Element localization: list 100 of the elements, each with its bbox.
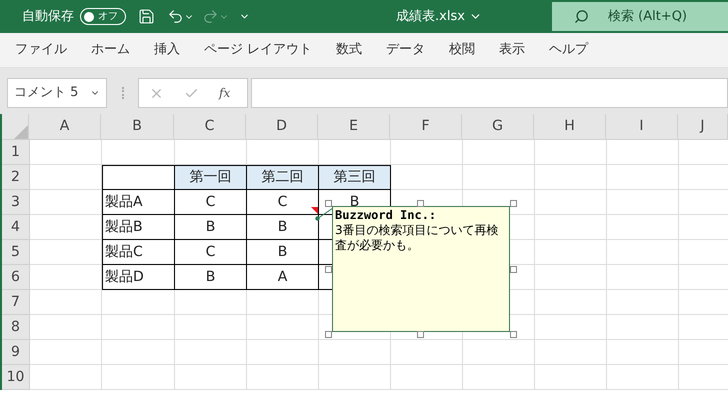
column-header[interactable]: D: [246, 114, 318, 140]
grid-cell: [535, 340, 607, 365]
grid-cell: [247, 365, 319, 390]
grid-cell: [607, 290, 679, 315]
redo-icon: [202, 8, 219, 25]
grid-cell: [535, 215, 607, 240]
formula-input[interactable]: [251, 78, 728, 108]
row-header[interactable]: 8: [2, 315, 30, 340]
grid-cell: [247, 340, 319, 365]
row-header[interactable]: 6: [2, 265, 30, 290]
row-header[interactable]: 9: [2, 340, 30, 365]
row-label-cell: 製品A: [102, 190, 175, 215]
column-heading-cell: 第一回: [175, 165, 247, 190]
row-label-cell: 製品D: [102, 265, 175, 290]
resize-handle[interactable]: [417, 200, 424, 207]
resize-handle[interactable]: [417, 331, 424, 338]
column-header[interactable]: G: [462, 114, 534, 140]
grid-cell: [319, 340, 391, 365]
ribbon-tab[interactable]: ヘルプ: [542, 40, 596, 60]
grid-cell: [607, 365, 679, 390]
column-header[interactable]: B: [101, 114, 174, 140]
grid-cell: [463, 340, 535, 365]
row-header[interactable]: 2: [2, 165, 30, 190]
grid-cell: [607, 240, 679, 265]
column-heading-cell: 第三回: [319, 165, 391, 190]
leader-line: [315, 207, 334, 221]
grid-cell: [607, 165, 679, 190]
ribbon-tab[interactable]: データ: [379, 40, 432, 60]
row-header[interactable]: 7: [2, 290, 30, 315]
row-header[interactable]: 5: [2, 240, 30, 265]
ribbon-tab[interactable]: 校閲: [442, 40, 482, 60]
grid-cell: [607, 265, 679, 290]
column-header[interactable]: F: [390, 114, 462, 140]
grid-cell: [175, 340, 247, 365]
row-header[interactable]: 3: [2, 190, 30, 215]
column-header[interactable]: J: [678, 114, 728, 140]
column-header[interactable]: H: [534, 114, 606, 140]
grid-cell: [30, 265, 102, 290]
grid-cell: [463, 165, 535, 190]
grid-cell: [607, 190, 679, 215]
search-placeholder: 検索 (Alt+Q): [608, 8, 688, 26]
table-cell: B: [247, 240, 319, 265]
comment-indicator-icon: [311, 207, 318, 214]
resize-handle[interactable]: [510, 266, 517, 273]
column-header[interactable]: C: [174, 114, 246, 140]
ribbon-tab[interactable]: 数式: [329, 40, 370, 60]
grid-cell: [30, 340, 102, 365]
ribbon-tab[interactable]: 挿入: [147, 40, 187, 60]
grid-cell: [535, 265, 607, 290]
grid-cell: [607, 315, 679, 340]
grid-cell: [535, 240, 607, 265]
grid-cell: [535, 315, 607, 340]
table-cell: C: [175, 190, 247, 215]
grid-cell: [535, 190, 607, 215]
grid-cell: [30, 215, 102, 240]
grid-cell: [30, 315, 102, 340]
name-box[interactable]: コメント 5: [7, 78, 107, 108]
grid-cell: [391, 365, 463, 390]
column-heading-cell: 第二回: [247, 165, 319, 190]
save-icon[interactable]: [138, 8, 155, 25]
autosave-toggle[interactable]: オフ: [80, 8, 126, 25]
ribbon-tab[interactable]: ホーム: [84, 40, 137, 60]
row-header[interactable]: 1: [2, 140, 30, 165]
grid-cell: [175, 290, 247, 315]
grid-cell: [30, 290, 102, 315]
grid-cell: [535, 365, 607, 390]
search-field[interactable]: 検索 (Alt+Q): [552, 2, 728, 31]
row-header[interactable]: 10: [2, 365, 30, 390]
insert-function-button[interactable]: fx: [219, 84, 230, 102]
ribbon-tab[interactable]: 表示: [492, 40, 532, 60]
grid-cell: [463, 365, 535, 390]
table-cell: C: [175, 240, 247, 265]
column-header[interactable]: I: [606, 114, 678, 140]
ribbon-tab[interactable]: ファイル: [8, 40, 74, 60]
table-cell: B: [175, 215, 247, 240]
corner-triangle-icon: [14, 125, 28, 139]
column-header[interactable]: A: [29, 114, 101, 140]
row-header[interactable]: 4: [2, 215, 30, 240]
table-cell: A: [247, 265, 319, 290]
resize-handle[interactable]: [510, 200, 517, 207]
grid-cell: [607, 215, 679, 240]
resize-handle[interactable]: [325, 200, 332, 207]
comment-box[interactable]: Buzzword Inc.: 3番目の検索項目について再検査が必要かも。: [332, 206, 510, 332]
row-label-cell: 製品B: [102, 215, 175, 240]
grid-cell: [175, 315, 247, 340]
grid-cell: [247, 315, 319, 340]
undo-icon[interactable]: [167, 8, 184, 25]
autosave-label: 自動保存: [22, 8, 74, 26]
column-header[interactable]: E: [318, 114, 390, 140]
file-name[interactable]: 成績表.xlsx: [396, 6, 482, 26]
grid-cell: [535, 165, 607, 190]
grid-cell: [175, 365, 247, 390]
ribbon-tab[interactable]: ページ レイアウト: [197, 40, 320, 60]
row-label-cell: 製品C: [102, 240, 175, 265]
resize-handle[interactable]: [510, 331, 517, 338]
grid-cell: [607, 340, 679, 365]
grid-cell: [319, 365, 391, 390]
resize-handle[interactable]: [325, 331, 332, 338]
comment-text: 3番目の検索項目について再検査が必要かも。: [335, 223, 500, 253]
resize-handle[interactable]: [325, 266, 332, 273]
